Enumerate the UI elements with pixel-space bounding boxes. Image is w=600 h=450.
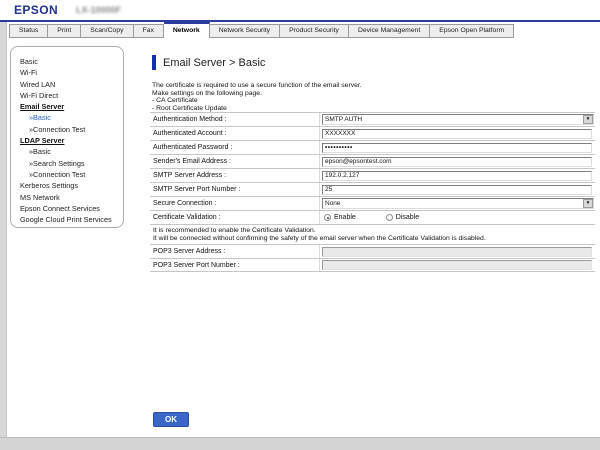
tab-fax[interactable]: Fax (134, 24, 164, 38)
smtp-server-address-label: SMTP Server Address : (150, 169, 320, 182)
secure-connection-value: None (325, 200, 341, 207)
row-secure-connection: Secure Connection : None ▼ (150, 196, 595, 210)
authenticated-password-label: Authenticated Password : (150, 141, 320, 154)
row-authentication-method: Authentication Method : SMTP AUTH ▼ (150, 112, 595, 126)
tab-device-management[interactable]: Device Management (349, 24, 430, 38)
tab-product-security[interactable]: Product Security (280, 24, 349, 38)
sidebar-item-google-cloud-print-services[interactable]: Google Cloud Print Services (20, 214, 119, 225)
top-tabbar: Status Print Scan/Copy Fax Network Netwo… (9, 22, 514, 38)
epson-logo: EPSON (14, 3, 58, 17)
sidebar-item-ms-network[interactable]: MS Network (20, 192, 119, 203)
authentication-method-select[interactable]: SMTP AUTH ▼ (322, 114, 594, 125)
sidebar-item-ldap-connection-test[interactable]: »Connection Test (20, 169, 119, 180)
tab-status[interactable]: Status (9, 24, 48, 38)
note-line: It is recommended to enable the Certific… (153, 227, 595, 235)
footer-bar (0, 437, 600, 450)
authenticated-account-label: Authenticated Account : (150, 127, 320, 140)
dropdown-arrow-icon[interactable]: ▼ (583, 199, 593, 208)
sidebar-item-ldap-basic[interactable]: »Basic (20, 146, 119, 157)
dropdown-arrow-icon[interactable]: ▼ (583, 115, 593, 124)
row-certificate-validation: Certificate Validation : Enable Disable (150, 210, 595, 224)
tab-epson-open-platform[interactable]: Epson Open Platform (430, 24, 514, 38)
certificate-validation-radiogroup: Enable Disable (320, 211, 595, 224)
page-title-row: Email Server > Basic (152, 55, 265, 70)
pop3-server-port-input (322, 260, 592, 270)
intro-text: The certificate is required to use a sec… (152, 82, 362, 112)
row-sender-email: Sender's Email Address : (150, 154, 595, 168)
row-pop3-server-address: POP3 Server Address : (150, 244, 595, 258)
tab-network[interactable]: Network (164, 22, 210, 38)
certificate-validation-label: Certificate Validation : (150, 211, 320, 224)
sidebar-item-ldap-search-settings[interactable]: »Search Settings (20, 158, 119, 169)
sidebar-item-email-basic[interactable]: »Basic (20, 112, 119, 123)
authentication-method-label: Authentication Method : (150, 113, 320, 126)
pop3-server-address-label: POP3 Server Address : (150, 245, 320, 258)
printer-model-redacted: LX-10000F (76, 5, 121, 15)
pop3-server-address-input (322, 247, 592, 257)
intro-line: Make settings on the following page. (152, 90, 362, 98)
network-sidebar: Basic Wi-Fi Wired LAN Wi-Fi Direct Email… (10, 46, 124, 228)
intro-line: The certificate is required to use a sec… (152, 82, 362, 90)
page-title: Email Server > Basic (163, 57, 265, 69)
sidebar-item-basic[interactable]: Basic (20, 56, 119, 67)
sidebar-item-email-connection-test[interactable]: »Connection Test (20, 124, 119, 135)
row-authenticated-password: Authenticated Password : (150, 140, 595, 154)
intro-line: - CA Certificate (152, 97, 362, 105)
radio-disable[interactable] (386, 214, 393, 221)
sidebar-section-ldap-server[interactable]: LDAP Server (20, 135, 119, 146)
note-line: It will be connected without confirming … (153, 235, 595, 243)
smtp-server-port-input[interactable] (322, 185, 592, 195)
row-authenticated-account: Authenticated Account : (150, 126, 595, 140)
sidebar-item-epson-connect-services[interactable]: Epson Connect Services (20, 203, 119, 214)
secure-connection-select[interactable]: None ▼ (322, 198, 594, 209)
tab-network-security[interactable]: Network Security (210, 24, 280, 38)
sidebar-section-email-server[interactable]: Email Server (20, 101, 119, 112)
authenticated-account-input[interactable] (322, 129, 592, 139)
row-smtp-server-port: SMTP Server Port Number : (150, 182, 595, 196)
certificate-validation-note: It is recommended to enable the Certific… (150, 224, 595, 244)
authentication-method-value: SMTP AUTH (325, 116, 362, 123)
sender-email-label: Sender's Email Address : (150, 155, 320, 168)
radio-enable-label[interactable]: Enable (334, 214, 356, 221)
smtp-server-port-label: SMTP Server Port Number : (150, 183, 320, 196)
tab-print[interactable]: Print (48, 24, 81, 38)
sidebar-item-wifi-direct[interactable]: Wi-Fi Direct (20, 90, 119, 101)
row-pop3-server-port: POP3 Server Port Number : (150, 258, 595, 272)
left-edge-strip (0, 22, 7, 437)
title-accent-bar (152, 55, 156, 70)
smtp-server-address-input[interactable] (322, 171, 592, 181)
app-header: EPSON LX-10000F (0, 0, 600, 20)
pop3-server-port-label: POP3 Server Port Number : (150, 259, 320, 271)
secure-connection-label: Secure Connection : (150, 197, 320, 210)
ok-button[interactable]: OK (153, 412, 189, 427)
authenticated-password-input[interactable] (322, 143, 592, 153)
row-smtp-server-address: SMTP Server Address : (150, 168, 595, 182)
email-server-form: Authentication Method : SMTP AUTH ▼ Auth… (150, 112, 595, 272)
sidebar-item-wired-lan[interactable]: Wired LAN (20, 79, 119, 90)
tab-scan-copy[interactable]: Scan/Copy (81, 24, 133, 38)
radio-enable[interactable] (324, 214, 331, 221)
sidebar-item-kerberos-settings[interactable]: Kerberos Settings (20, 180, 119, 191)
sidebar-item-wifi[interactable]: Wi-Fi (20, 67, 119, 78)
sender-email-input[interactable] (322, 157, 592, 167)
radio-disable-label[interactable]: Disable (396, 214, 419, 221)
